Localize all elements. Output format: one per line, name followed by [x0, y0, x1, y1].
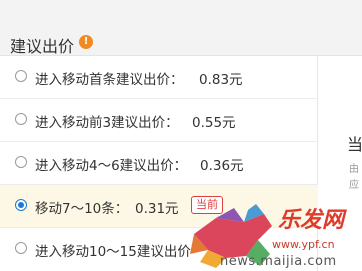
option-price: 0.31元	[135, 201, 179, 217]
option-price: 0.55元	[192, 115, 236, 131]
watermark-brand: 乐发网	[278, 208, 345, 233]
option-label: 进入移动首条建议出价：	[35, 72, 184, 88]
watermark-domain: news.maijia.com	[220, 254, 337, 269]
option-price: 0.83元	[199, 72, 243, 88]
bid-option-top3[interactable]: 进入移动前3建议出价： 0.55元	[0, 99, 318, 142]
radio-button[interactable]	[15, 113, 27, 125]
watermark: 乐发网 www.ypf.cn news.maijia.com	[186, 200, 362, 271]
side-subtext: 由	[349, 164, 359, 175]
watermark-url: www.ypf.cn	[272, 238, 335, 251]
option-price: 0.36元	[200, 158, 244, 174]
panel-title: 建议出价	[10, 37, 75, 56]
option-label: 进入移动10～15建议出价	[35, 244, 191, 260]
side-subtext: 应	[349, 180, 359, 191]
option-label: 移动7～10条：	[35, 201, 129, 217]
radio-button[interactable]	[15, 156, 27, 168]
option-label: 进入移动4～6建议出价：	[35, 158, 188, 174]
bid-option-top1[interactable]: 进入移动首条建议出价： 0.83元	[0, 56, 318, 99]
bid-option-4-6[interactable]: 进入移动4～6建议出价： 0.36元	[0, 142, 318, 185]
option-label: 进入移动前3建议出价：	[35, 115, 179, 131]
bid-suggestion-panel: 建议出价 ! 进入移动首条建议出价： 0.83元 进入移动前3建议出价： 0.5…	[0, 0, 362, 271]
radio-button[interactable]	[15, 242, 27, 254]
panel-header: 建议出价 !	[0, 0, 362, 56]
radio-button[interactable]	[15, 70, 27, 82]
info-icon[interactable]: !	[79, 35, 93, 49]
radio-button-checked[interactable]	[15, 199, 27, 211]
side-title: 当	[347, 135, 362, 154]
